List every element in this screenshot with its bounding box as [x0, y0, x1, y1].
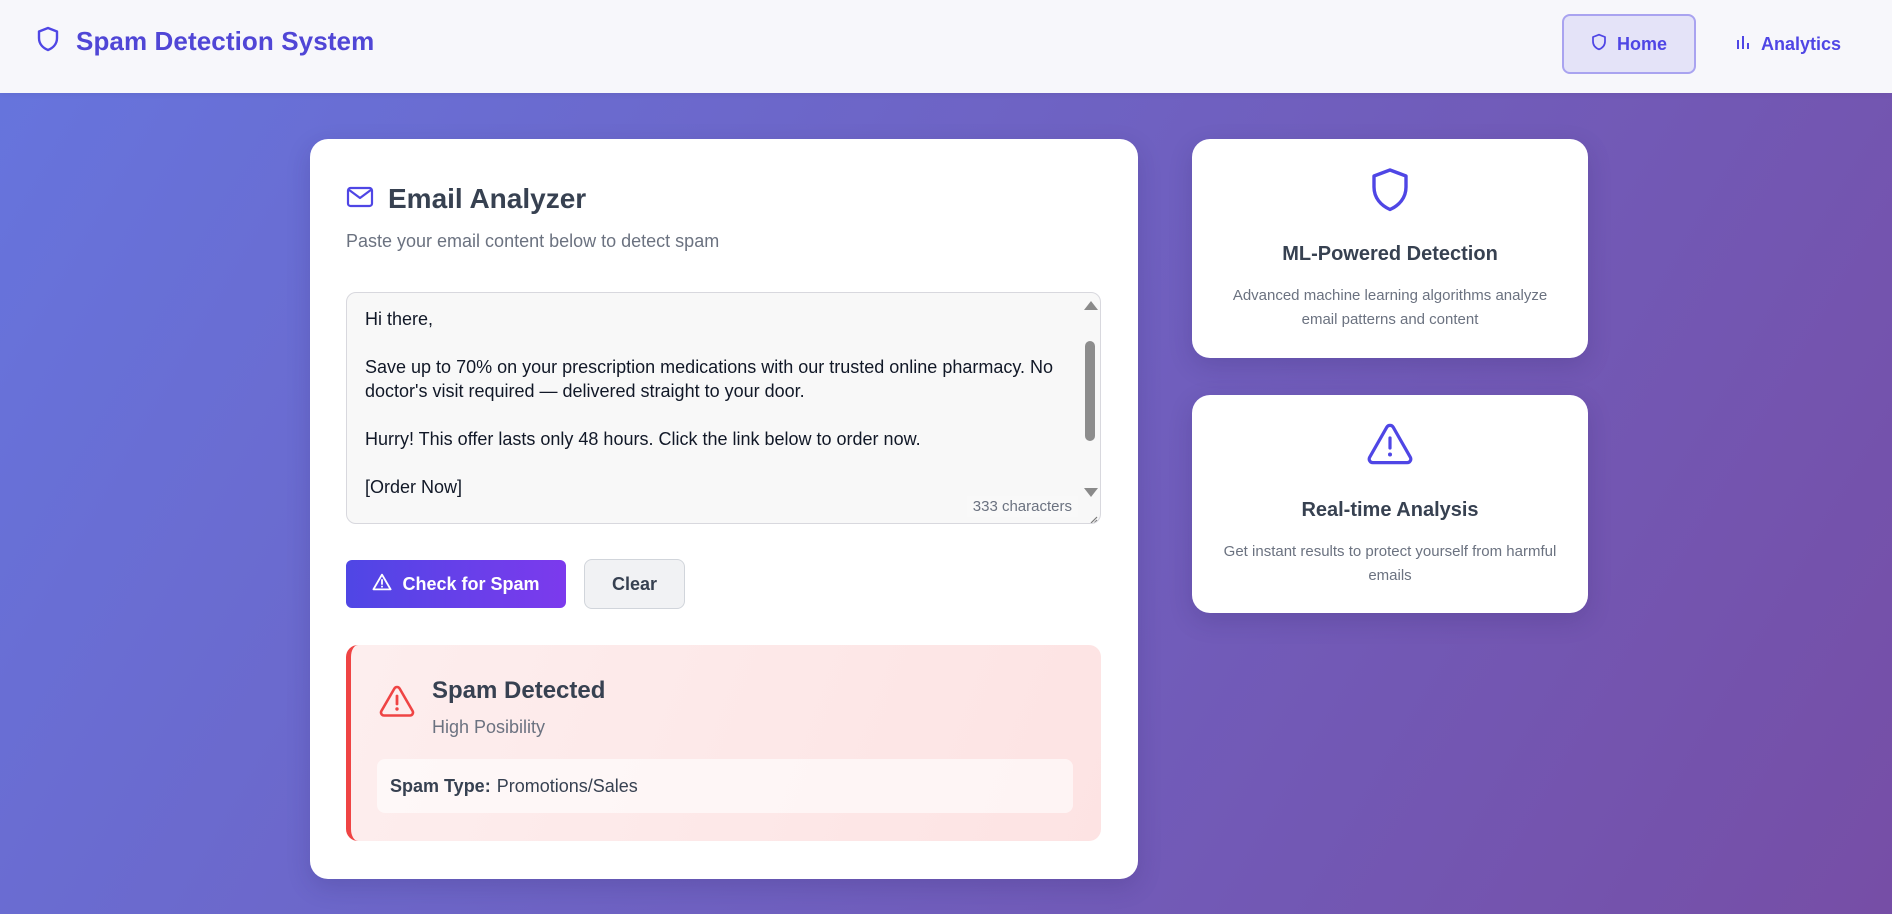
card-subtitle: Paste your email content below to detect… [346, 231, 720, 251]
feature-card-ml-detection: ML-Powered Detection Advanced machine le… [1192, 139, 1588, 358]
shield-icon [36, 26, 60, 57]
feature-description: Advanced machine learning algorithms ana… [1232, 287, 1548, 328]
check-spam-label: Check for Spam [402, 573, 540, 594]
textarea-scrollbar[interactable] [1080, 293, 1100, 523]
alert-triangle-icon [379, 685, 415, 722]
card-title: Email Analyzer [388, 183, 587, 214]
spam-type-value: Promotions/Sales [496, 775, 638, 796]
nav-analytics-button[interactable]: Analytics [1718, 14, 1858, 74]
scroll-thumb[interactable] [1085, 341, 1095, 441]
card-header: Email Analyzer [346, 183, 586, 215]
spam-type-label: Spam Type: [390, 775, 491, 796]
shield-icon [1591, 33, 1607, 56]
feature-description: Get instant results to protect yourself … [1223, 543, 1557, 584]
feature-title: ML-Powered Detection [1282, 243, 1498, 265]
clear-button[interactable]: Clear [584, 559, 685, 609]
email-content-text[interactable]: Hi there, Save up to 70% on your prescri… [365, 307, 1065, 499]
top-navbar: Spam Detection System Home Analytics [0, 0, 1892, 93]
feature-card-realtime-analysis: Real-time Analysis Get instant results t… [1192, 395, 1588, 613]
nav-home-label: Home [1616, 33, 1667, 54]
nav-analytics-label: Analytics [1760, 33, 1842, 54]
result-probability: High Posibility [432, 717, 546, 737]
scroll-up-arrow-icon[interactable] [1084, 301, 1098, 310]
bar-chart-icon [1735, 34, 1751, 55]
resize-grip-icon[interactable] [1088, 511, 1098, 523]
email-analyzer-card: Email Analyzer Paste your email content … [310, 139, 1138, 879]
character-count: 333 characters [966, 496, 1078, 517]
warning-icon [1367, 423, 1413, 470]
spam-result-panel: Spam Detected High Posibility Spam Type:… [346, 645, 1101, 841]
mail-icon [346, 186, 374, 213]
nav-home-button[interactable]: Home [1562, 14, 1696, 74]
shield-icon [1370, 167, 1410, 218]
result-title: Spam Detected [432, 677, 606, 704]
app-title: Spam Detection System [76, 26, 375, 56]
email-content-textarea[interactable]: Hi there, Save up to 70% on your prescri… [346, 292, 1101, 524]
scroll-down-arrow-icon[interactable] [1084, 488, 1098, 497]
check-spam-button[interactable]: Check for Spam [346, 560, 566, 608]
spam-type-box: Spam Type: Promotions/Sales [377, 759, 1073, 813]
brand[interactable]: Spam Detection System [36, 26, 374, 57]
warning-icon [372, 573, 392, 596]
feature-title: Real-time Analysis [1301, 499, 1479, 521]
